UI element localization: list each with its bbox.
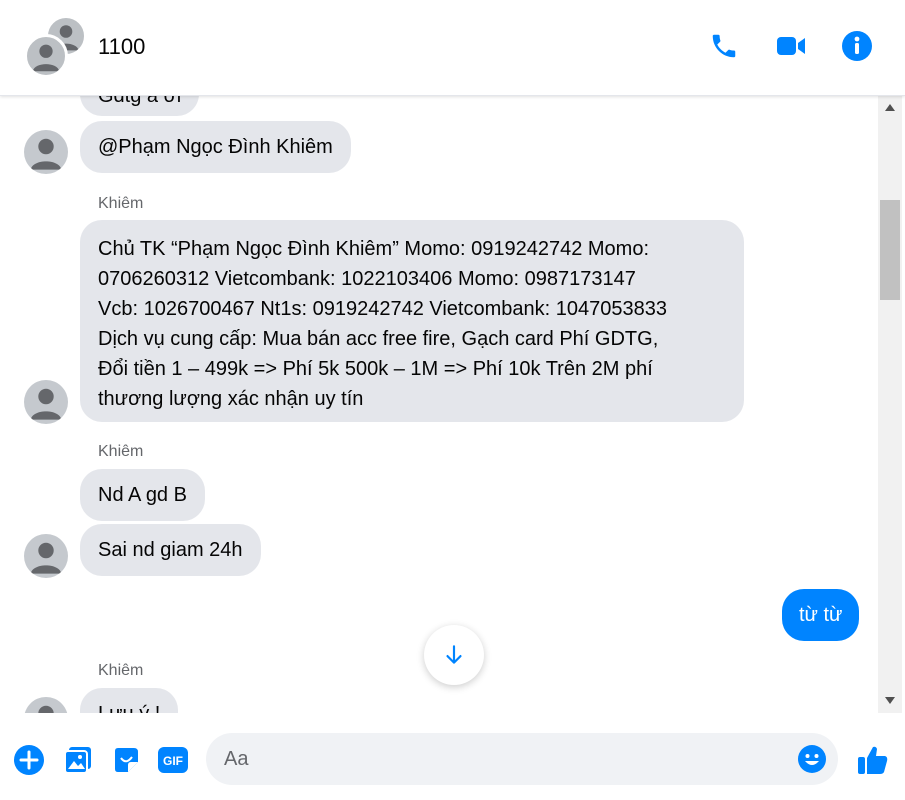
message-text: Sai nd giam 24h xyxy=(98,539,243,561)
arrow-down-icon xyxy=(446,645,462,664)
message-bubble[interactable]: Nd A gd B xyxy=(80,469,205,521)
sender-name: Khiêm xyxy=(98,662,144,679)
avatar[interactable] xyxy=(24,534,68,578)
message-text: Nd A gd B xyxy=(98,484,187,506)
like-icon[interactable] xyxy=(855,743,891,777)
message-text: Lưu ý ! xyxy=(98,703,160,713)
chat-title[interactable]: 1100 xyxy=(98,34,145,60)
scrollbar[interactable] xyxy=(878,96,902,713)
phone-icon[interactable] xyxy=(706,28,742,64)
message-text: Gdtg a ơi xyxy=(98,96,182,107)
message-input[interactable] xyxy=(224,733,784,785)
message-line: Đổi tiền 1 – 499k => Phí 5k 500k – 1M =>… xyxy=(98,358,653,380)
message-bubble[interactable]: Chủ TK “Phạm Ngọc Đình Khiêm” Momo: 0919… xyxy=(80,220,744,422)
message-bubble[interactable]: Gdtg a ơi xyxy=(80,96,200,116)
scroll-up-arrow-icon[interactable] xyxy=(878,98,902,116)
scroll-down-arrow-icon[interactable] xyxy=(878,691,902,709)
info-icon[interactable] xyxy=(839,28,875,64)
avatar xyxy=(24,34,68,78)
outgoing-message-bubble[interactable]: từ từ xyxy=(782,589,860,641)
sticker-icon[interactable] xyxy=(109,743,143,777)
video-icon[interactable] xyxy=(773,28,809,64)
chat-header: 1100 xyxy=(0,0,905,96)
message-bubble[interactable]: Sai nd giam 24h xyxy=(80,524,261,576)
sender-name: Khiêm xyxy=(98,195,144,212)
avatar[interactable] xyxy=(24,697,68,713)
scrollbar-thumb[interactable] xyxy=(880,200,900,300)
message-text: @Phạm Ngọc Đình Khiêm xyxy=(98,136,333,158)
message-list[interactable]: Gdtg a ơi @Phạm Ngọc Đình Khiêm Khiêm Ch… xyxy=(0,96,878,713)
message-text: từ từ xyxy=(799,604,843,626)
message-bubble[interactable]: Lưu ý ! xyxy=(80,688,179,713)
image-icon[interactable] xyxy=(61,743,95,777)
gif-label: GIF xyxy=(163,754,183,768)
avatar[interactable] xyxy=(24,380,68,424)
emoji-icon[interactable] xyxy=(796,743,828,775)
message-composer: GIF xyxy=(0,713,905,800)
sender-name: Khiêm xyxy=(98,443,144,460)
message-input-container[interactable] xyxy=(206,733,838,785)
message-bubble[interactable]: @Phạm Ngọc Đình Khiêm xyxy=(80,121,351,173)
message-line: Vcb: 1026700467 Nt1s: 0919242742 Vietcom… xyxy=(98,298,667,320)
message-line: thương lượng xác nhận uy tín xyxy=(98,388,364,410)
scroll-to-bottom-button[interactable] xyxy=(424,625,484,685)
message-line: Chủ TK “Phạm Ngọc Đình Khiêm” Momo: 0919… xyxy=(98,238,650,260)
group-avatar[interactable] xyxy=(24,16,86,78)
gif-icon[interactable]: GIF xyxy=(156,743,190,777)
message-line: 0706260312 Vietcombank: 1022103406 Momo:… xyxy=(98,268,636,290)
avatar[interactable] xyxy=(24,130,68,174)
plus-icon[interactable] xyxy=(12,743,46,777)
message-line: Dịch vụ cung cấp: Mua bán acc free fire,… xyxy=(98,328,659,350)
